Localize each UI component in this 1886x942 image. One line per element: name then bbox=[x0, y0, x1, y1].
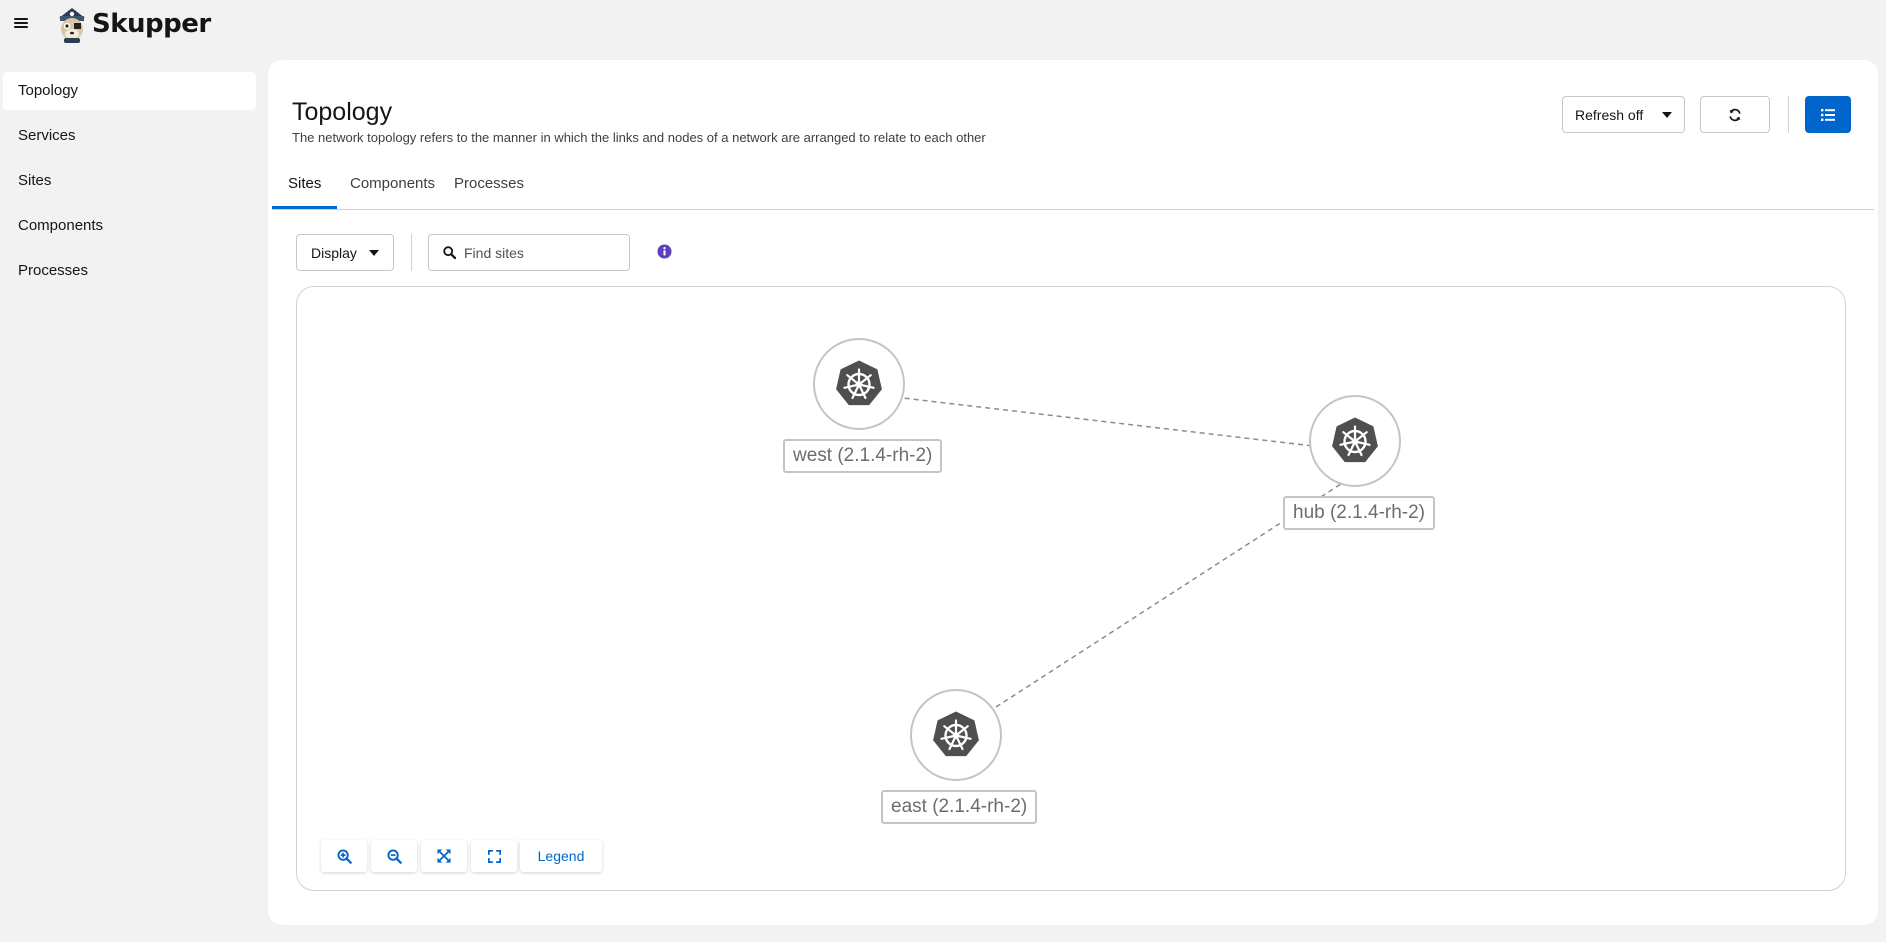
tab-processes[interactable]: Processes bbox=[438, 164, 540, 209]
page-description: The network topology refers to the manne… bbox=[292, 130, 986, 145]
hamburger-bar bbox=[14, 18, 28, 20]
kubernetes-icon bbox=[1332, 417, 1378, 463]
expand-arrows-icon bbox=[437, 849, 451, 863]
fullscreen-icon bbox=[487, 849, 501, 863]
refresh-now-button[interactable] bbox=[1700, 96, 1770, 133]
skupper-mascot-icon bbox=[59, 8, 85, 43]
site-label-hub[interactable]: hub (2.1.4-rh-2) bbox=[1283, 496, 1436, 530]
site-label-east[interactable]: east (2.1.4-rh-2) bbox=[881, 790, 1038, 824]
site-node-hub[interactable] bbox=[1309, 395, 1401, 487]
sidebar-nav: Topology Services Sites Components Proce… bbox=[0, 72, 260, 297]
caret-down-icon bbox=[369, 249, 379, 256]
sidebar-item-processes[interactable]: Processes bbox=[3, 252, 256, 290]
refresh-interval-dropdown[interactable]: Refresh off bbox=[1562, 96, 1685, 133]
sync-icon bbox=[1729, 108, 1741, 121]
find-sites-search bbox=[428, 234, 630, 271]
display-options-label: Display bbox=[311, 244, 357, 261]
sidebar-item-services[interactable]: Services bbox=[3, 117, 256, 155]
kubernetes-icon bbox=[836, 360, 882, 406]
sidebar-item-components[interactable]: Components bbox=[3, 207, 256, 245]
zoom-in-button[interactable] bbox=[321, 840, 367, 872]
kubernetes-icon bbox=[933, 711, 979, 757]
site-node-east[interactable] bbox=[910, 689, 1002, 781]
list-view-button[interactable] bbox=[1805, 96, 1851, 133]
search-icon bbox=[443, 246, 456, 259]
reset-view-button[interactable] bbox=[471, 840, 517, 872]
info-icon[interactable] bbox=[657, 244, 672, 259]
view-tabs: Sites Components Processes bbox=[272, 164, 1874, 210]
topology-graph[interactable]: west (2.1.4-rh-2) hub (2.1.4-rh-2) east … bbox=[296, 286, 1846, 891]
brand-logo[interactable]: Skupper bbox=[54, 4, 211, 44]
zoom-in-icon bbox=[336, 848, 352, 864]
page-title: Topology bbox=[292, 98, 393, 126]
sidebar-item-sites[interactable]: Sites bbox=[3, 162, 256, 200]
search-input[interactable] bbox=[464, 244, 614, 261]
nav-toggle-button[interactable] bbox=[14, 16, 28, 30]
display-options-dropdown[interactable]: Display bbox=[296, 234, 394, 271]
app-name: Skupper bbox=[92, 9, 211, 39]
sidebar-item-topology[interactable]: Topology bbox=[3, 72, 256, 110]
list-icon bbox=[1821, 108, 1835, 121]
legend-button[interactable]: Legend bbox=[520, 840, 602, 872]
zoom-out-button[interactable] bbox=[371, 840, 417, 872]
tab-sites[interactable]: Sites bbox=[272, 164, 338, 209]
caret-down-icon bbox=[1662, 111, 1672, 118]
site-node-west[interactable] bbox=[813, 338, 905, 430]
hamburger-bar bbox=[14, 26, 28, 28]
toolbar-divider bbox=[411, 234, 412, 271]
tab-components[interactable]: Components bbox=[334, 164, 451, 209]
zoom-out-icon bbox=[386, 848, 402, 864]
header-divider bbox=[1788, 96, 1789, 133]
refresh-interval-label: Refresh off bbox=[1575, 106, 1644, 123]
graph-links bbox=[859, 392, 1365, 708]
fit-to-screen-button[interactable] bbox=[421, 840, 467, 872]
main-content: Topology The network topology refers to … bbox=[268, 60, 1878, 925]
site-label-west[interactable]: west (2.1.4-rh-2) bbox=[783, 439, 943, 473]
hamburger-bar bbox=[14, 22, 28, 24]
